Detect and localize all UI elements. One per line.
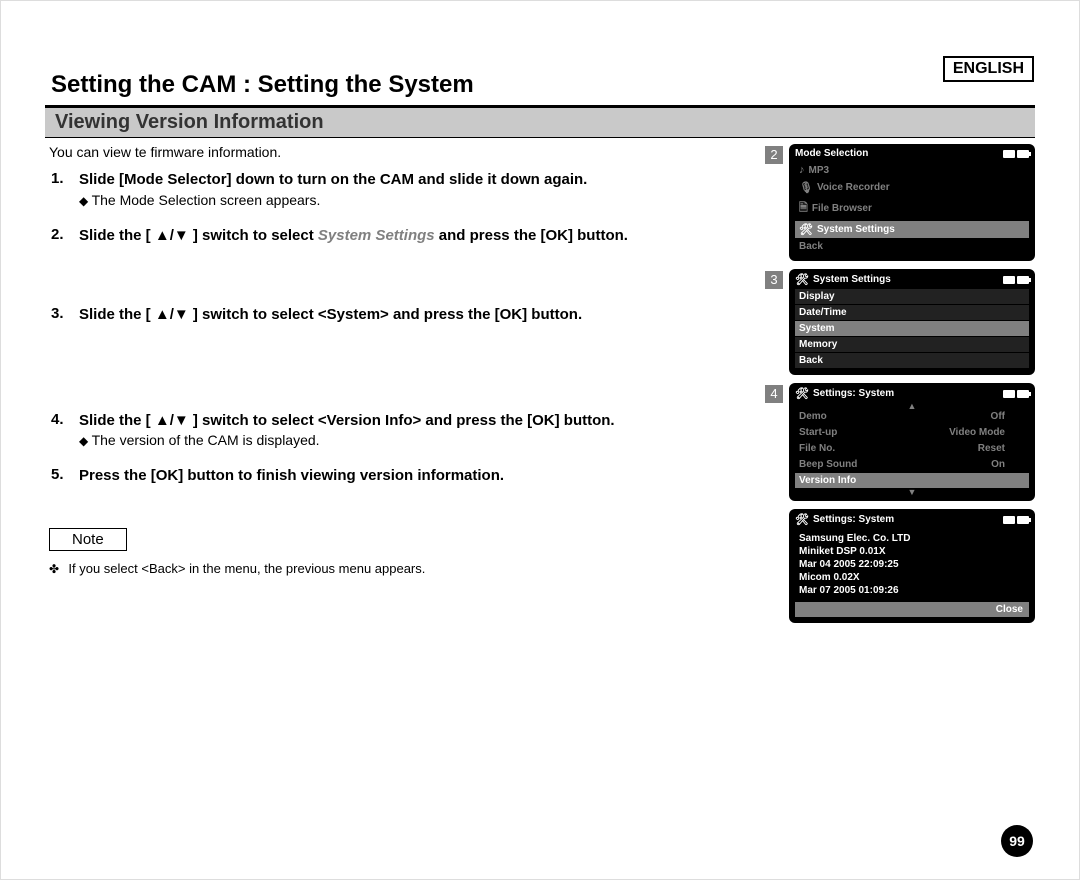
step-text: Slide [Mode Selector] down to turn on th… xyxy=(79,171,587,188)
note-text: If you select <Back> in the menu, the pr… xyxy=(49,561,755,576)
menu-item: ♪ MP3 xyxy=(795,162,1029,178)
menu-label: System Settings xyxy=(817,224,895,235)
menu-item-selected: System xyxy=(795,321,1029,336)
card-icon xyxy=(1003,150,1015,158)
battery-icon xyxy=(1017,150,1029,158)
menu-item: Display xyxy=(795,289,1029,304)
menu-label: Memory xyxy=(799,339,837,350)
menu-item: Date/Time xyxy=(795,305,1029,320)
language-label: ENGLISH xyxy=(943,56,1034,82)
battery-icon xyxy=(1017,516,1029,524)
menu-value: Video Mode xyxy=(949,427,1005,438)
status-icons xyxy=(1003,390,1029,398)
menu-label: Start-up xyxy=(799,427,837,438)
menu-value: Off xyxy=(991,411,1005,422)
file-icon: 🗎 xyxy=(799,199,808,218)
device-screen: 3 🛠 System Settings Display Date/Time Sys… xyxy=(765,269,1035,375)
music-icon: ♪ xyxy=(799,164,805,176)
step: 3. Slide the [ ▲/▼ ] switch to select <S… xyxy=(51,305,755,325)
battery-icon xyxy=(1017,276,1029,284)
step-text: Slide the [ ▲/▼ ] switch to select xyxy=(79,227,318,244)
screen-title: Settings: System xyxy=(813,388,894,399)
menu-label: Back xyxy=(799,355,823,366)
menu-item: File No. Reset xyxy=(795,441,1029,456)
menu-item: 🎙 Voice Recorder xyxy=(795,179,1029,196)
version-line: Micom 0.02X xyxy=(799,571,1025,584)
menu-item-selected: Version Info xyxy=(795,473,1029,488)
card-icon xyxy=(1003,276,1015,284)
step-text: and press the [OK] button. xyxy=(435,227,628,244)
device-screen: 4 🛠Settings: System ▲ DemoOff Start-upVi… xyxy=(765,383,1035,501)
menu-item: Memory xyxy=(795,337,1029,352)
menu-label: MP3 xyxy=(809,165,830,176)
menu-label: File No. xyxy=(799,443,835,454)
menu-label: Voice Recorder xyxy=(817,182,890,193)
close-button: Close xyxy=(795,602,1029,617)
scroll-down-icon: ▼ xyxy=(795,489,1029,495)
screen-step-number xyxy=(765,511,783,529)
step: 1. Slide [Mode Selector] down to turn on… xyxy=(51,170,755,208)
version-line: Mar 04 2005 22:09:25 xyxy=(799,558,1025,571)
status-icons xyxy=(1003,516,1029,524)
menu-item: Back xyxy=(795,353,1029,368)
section-title: Viewing Version Information xyxy=(45,105,1035,138)
menu-label: Demo xyxy=(799,411,827,422)
menu-label: Version Info xyxy=(799,475,856,486)
step: 2. Slide the [ ▲/▼ ] switch to select Sy… xyxy=(51,226,755,246)
step: 5. Press the [OK] button to finish viewi… xyxy=(51,466,755,486)
menu-item: Start-up Video Mode xyxy=(795,425,1029,440)
step-number: 4. xyxy=(51,411,79,449)
menu-label: Back xyxy=(799,241,823,252)
step-number: 1. xyxy=(51,170,79,208)
version-line: Mar 07 2005 01:09:26 xyxy=(799,584,1025,597)
step-subnote: The Mode Selection screen appears. xyxy=(79,192,755,208)
card-icon xyxy=(1003,516,1015,524)
settings-icon: 🛠 xyxy=(795,273,809,286)
note-label: Note xyxy=(49,528,127,551)
menu-label: Date/Time xyxy=(799,307,847,318)
step: 4. Slide the [ ▲/▼ ] switch to select <V… xyxy=(51,411,755,449)
screen-step-number: 2 xyxy=(765,146,783,164)
mic-icon: 🎙 xyxy=(799,181,813,194)
version-line: Miniket DSP 0.01X xyxy=(799,545,1025,558)
device-screen: 🛠 Settings: System Samsung Elec. Co. LTD … xyxy=(765,509,1035,623)
screen-title: System Settings xyxy=(813,274,891,285)
status-icons xyxy=(1003,150,1029,158)
intro-text: You can view te firmware information. xyxy=(49,144,755,160)
settings-icon: 🛠 xyxy=(795,387,809,400)
menu-label: Display xyxy=(799,291,835,302)
step-text: Slide the [ ▲/▼ ] switch to select <Syst… xyxy=(79,306,582,323)
device-screen: 2 Mode Selection ♪ MP3 🎙 Voice Recorder 🗎 F… xyxy=(765,144,1035,261)
version-info-block: Samsung Elec. Co. LTD Miniket DSP 0.01X … xyxy=(795,529,1029,600)
screen-step-number: 4 xyxy=(765,385,783,403)
step-number: 2. xyxy=(51,226,79,246)
menu-item: Demo Off xyxy=(795,409,1029,424)
step-subnote: The version of the CAM is displayed. xyxy=(79,432,755,448)
menu-item: 🗎 File Browser xyxy=(795,197,1029,220)
settings-icon: 🛠 xyxy=(799,223,813,236)
settings-icon: 🛠 xyxy=(795,513,809,526)
menu-label: Beep Sound xyxy=(799,459,857,470)
menu-value: Reset xyxy=(978,443,1005,454)
menu-item-selected: 🛠 System Settings xyxy=(795,221,1029,238)
menu-value: On xyxy=(991,459,1005,470)
menu-item: Back xyxy=(795,239,1029,254)
step-text: Press the [OK] button to finish viewing … xyxy=(79,467,504,484)
screen-title: Settings: System xyxy=(813,514,894,525)
card-icon xyxy=(1003,390,1015,398)
screen-title: Mode Selection xyxy=(795,148,868,159)
step-text: Slide the [ ▲/▼ ] switch to select <Vers… xyxy=(79,412,615,429)
step-emphasis: System Settings xyxy=(318,227,435,244)
step-number: 5. xyxy=(51,466,79,486)
page-title: Setting the CAM : Setting the System xyxy=(45,71,1035,105)
menu-label: System xyxy=(799,323,835,334)
page-number-badge: 99 xyxy=(1001,825,1033,857)
menu-label: File Browser xyxy=(812,203,872,214)
version-line: Samsung Elec. Co. LTD xyxy=(799,532,1025,545)
screen-step-number: 3 xyxy=(765,271,783,289)
battery-icon xyxy=(1017,390,1029,398)
menu-item: Beep Sound On xyxy=(795,457,1029,472)
status-icons xyxy=(1003,276,1029,284)
step-number: 3. xyxy=(51,305,79,325)
